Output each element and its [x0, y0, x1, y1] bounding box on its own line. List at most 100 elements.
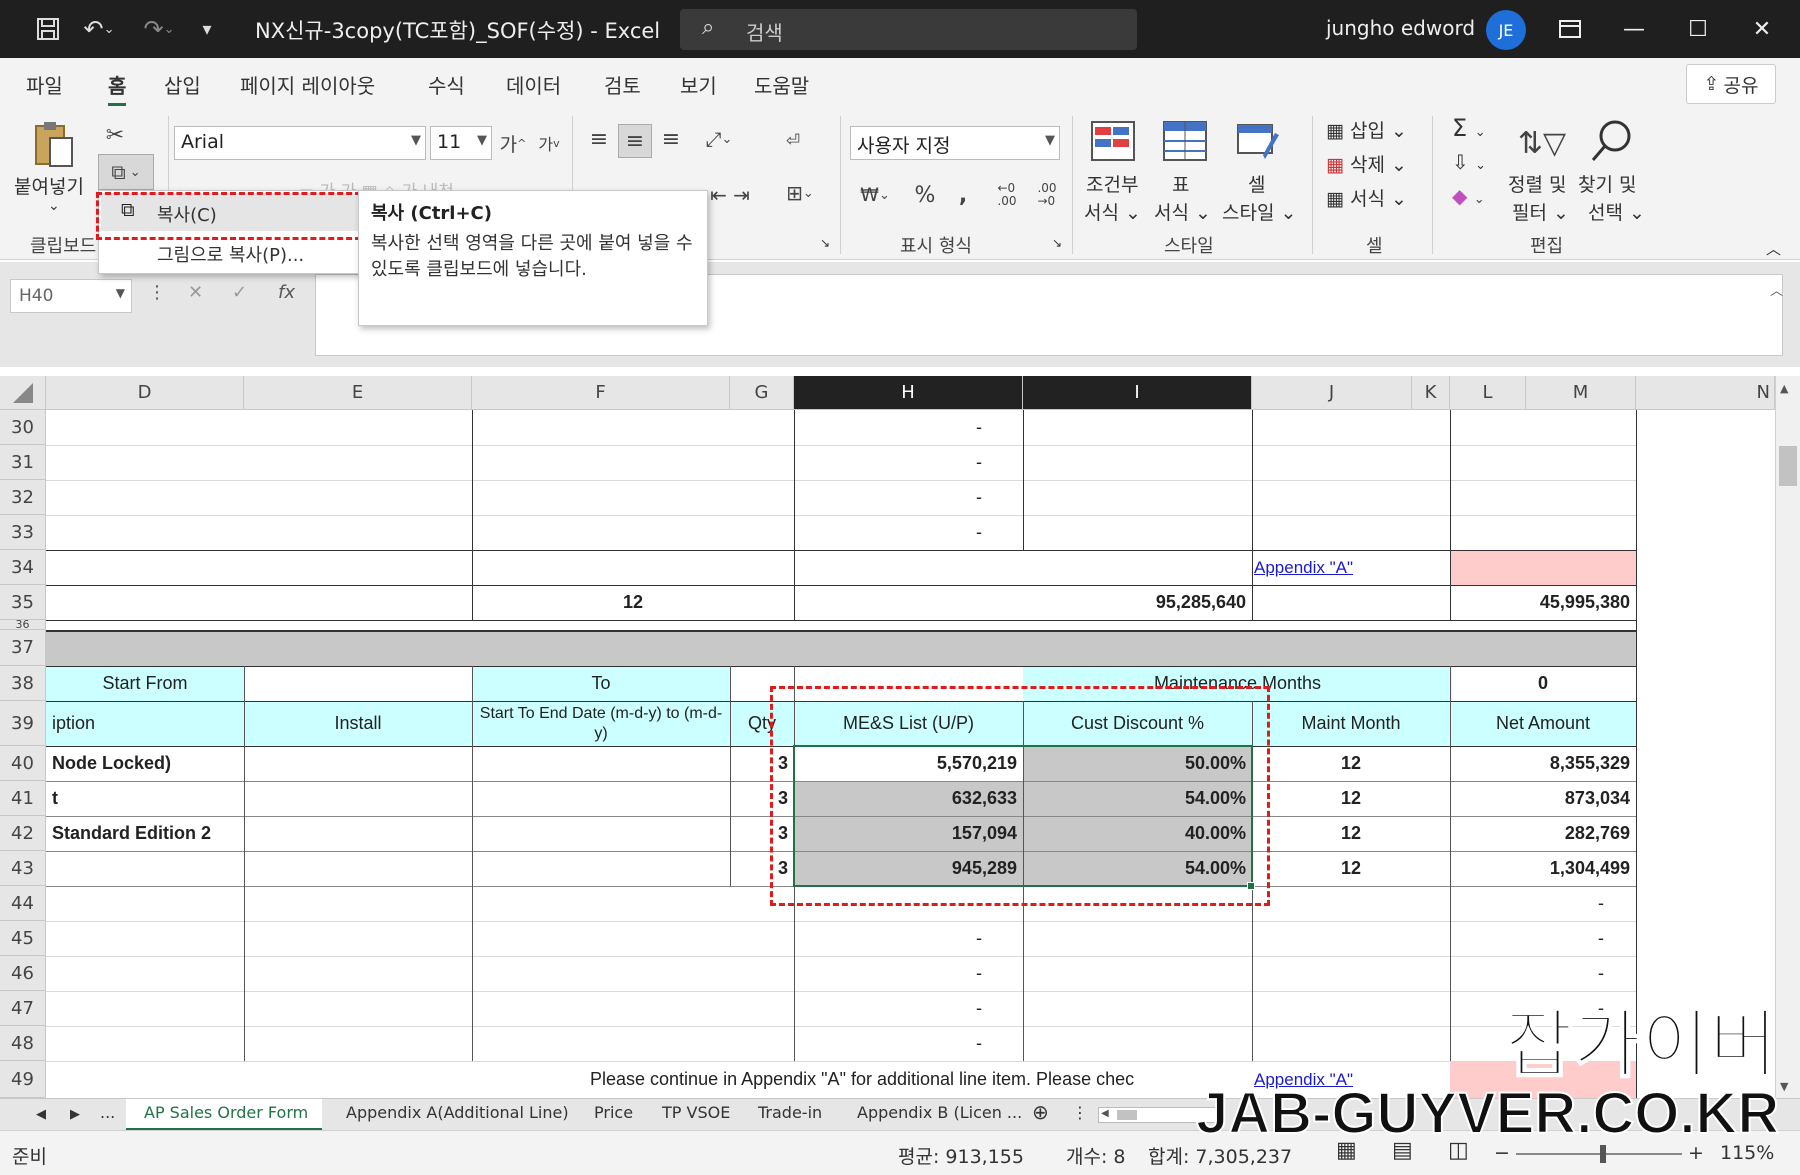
minimize-icon[interactable]: — [1610, 8, 1658, 50]
conditional-format-label-2[interactable]: 서식 ⌄ [1084, 198, 1141, 225]
cell-value[interactable]: 95,285,640 [1023, 585, 1252, 620]
cell-value[interactable]: - [794, 991, 988, 1026]
tab-ap-sales-order-form[interactable]: AP Sales Order Form [126, 1099, 322, 1131]
customize-toolbar-icon[interactable]: ▾ [194, 12, 220, 46]
row-header[interactable]: 30 [0, 410, 46, 445]
align-bottom-icon[interactable]: ≡ [656, 124, 686, 154]
scroll-down-icon[interactable]: ▼ [1780, 1080, 1788, 1093]
line-net-amount[interactable]: 282,769 [1450, 816, 1636, 851]
enter-icon[interactable]: ✓ [232, 282, 247, 303]
add-sheet-icon[interactable]: ⊕ [1032, 1100, 1049, 1124]
dialog-launcher-icon[interactable]: ↘ [1052, 236, 1062, 250]
line-maint-month[interactable]: 12 [1252, 816, 1450, 851]
paste-label[interactable]: 붙여넣기 [14, 172, 84, 199]
maximize-icon[interactable]: ☐ [1674, 8, 1722, 50]
select-all-corner[interactable] [0, 376, 46, 410]
user-name[interactable]: jungho edword [1326, 16, 1475, 40]
row-header[interactable]: 41 [0, 781, 46, 816]
font-name-select[interactable]: Arial ▼ [174, 126, 426, 160]
column-header[interactable]: K [1412, 376, 1450, 410]
header-cell[interactable]: Start To End Date (m-d-y) to (m-d-y) [472, 701, 730, 746]
cell-style-label-2[interactable]: 스타일 ⌄ [1222, 198, 1296, 225]
column-header[interactable]: L [1450, 376, 1526, 410]
conditional-format-label-1[interactable]: 조건부 [1086, 170, 1138, 197]
cell-value[interactable]: 0 [1450, 666, 1636, 701]
cancel-icon[interactable]: ✕ [188, 282, 203, 303]
align-top-icon[interactable]: ≡ [584, 124, 614, 154]
zoom-slider-thumb[interactable] [1600, 1145, 1606, 1163]
column-header[interactable]: M [1526, 376, 1636, 410]
row-header[interactable]: 34 [0, 550, 46, 585]
collapse-ribbon-icon[interactable]: ︿ [1766, 238, 1781, 259]
font-grow-icon[interactable]: 가 ^ [496, 128, 530, 158]
column-header[interactable]: E [244, 376, 472, 410]
scrollbar-thumb[interactable] [1117, 1110, 1137, 1120]
cell-value[interactable]: - [794, 921, 988, 956]
tab-tp-vsoe[interactable]: TP VSOE [662, 1103, 730, 1122]
paste-dropdown-icon[interactable]: ⌄ [48, 198, 60, 214]
pink-cell[interactable] [1450, 550, 1636, 585]
line-net-amount[interactable]: 1,304,499 [1450, 851, 1636, 886]
row-header[interactable]: 32 [0, 480, 46, 515]
tab-appendix-b[interactable]: Appendix B (Licen ... [857, 1103, 1022, 1122]
wrap-text-icon[interactable]: ⏎ [776, 124, 810, 158]
fill-icon[interactable]: ⇩ ⌄ [1452, 150, 1486, 174]
line-description[interactable]: Node Locked) [46, 746, 244, 781]
font-shrink-icon[interactable]: 가v [532, 128, 566, 158]
find-select-label-1[interactable]: 찾기 및 [1578, 170, 1636, 197]
cell-value[interactable]: - [794, 956, 988, 991]
header-cell[interactable]: Net Amount [1450, 701, 1636, 746]
increase-decimal-icon[interactable]: ←0.00 [990, 178, 1024, 212]
scroll-left-icon[interactable]: ◀ [1101, 1108, 1109, 1119]
cell-value[interactable]: - [794, 410, 988, 445]
menu-data[interactable]: 데이터 [506, 70, 561, 99]
zoom-slider[interactable] [1516, 1145, 1682, 1163]
find-select-label-2[interactable]: 선택 ⌄ [1588, 198, 1645, 225]
row-header[interactable]: 48 [0, 1026, 46, 1061]
number-format-select[interactable]: 사용자 지정 ▼ [850, 126, 1060, 160]
more-options-icon[interactable]: ⋮ [148, 282, 166, 303]
scroll-up-icon[interactable]: ▲ [1780, 382, 1788, 395]
copy-dropdown-button[interactable]: ⧉ ⌄ [98, 154, 154, 190]
insert-function-icon[interactable]: fx [278, 282, 295, 303]
dialog-launcher-icon[interactable]: ↘ [820, 236, 830, 250]
row-header[interactable]: 39 [0, 701, 46, 746]
clear-icon[interactable]: ◆ ⌄ [1452, 184, 1485, 208]
row-header[interactable]: 42 [0, 816, 46, 851]
row-header[interactable]: 36 [0, 620, 46, 630]
menu-insert[interactable]: 삽입 [164, 70, 201, 99]
tab-appendix-a[interactable]: Appendix A(Additional Line) [346, 1103, 569, 1122]
orientation-icon[interactable]: ⤢ ⌄ [696, 124, 742, 154]
column-header[interactable]: F [472, 376, 730, 410]
cell-value[interactable]: - [794, 445, 988, 480]
insert-cells-button[interactable]: ▦ 삽입 ⌄ [1326, 116, 1407, 143]
menu-file[interactable]: 파일 [26, 70, 63, 99]
line-maint-month[interactable]: 12 [1252, 851, 1450, 886]
ribbon-display-icon[interactable] [1546, 8, 1594, 50]
menu-review[interactable]: 검토 [604, 70, 641, 99]
save-icon[interactable] [30, 12, 66, 46]
comma-style-icon[interactable]: , [950, 180, 976, 210]
expand-formula-icon[interactable]: ︿ [1770, 280, 1783, 299]
cell-style-label-1[interactable]: 셀 [1248, 170, 1265, 197]
header-cell[interactable]: Start From [46, 666, 244, 701]
find-select-icon[interactable] [1586, 116, 1636, 166]
row-header[interactable]: 43 [0, 851, 46, 886]
line-net-amount[interactable]: 873,034 [1450, 781, 1636, 816]
tab-options-icon[interactable]: ⋮ [1072, 1103, 1088, 1122]
status-average[interactable]: 평균: 913,155 [898, 1142, 1024, 1169]
delete-cells-button[interactable]: ▦ 삭제 ⌄ [1326, 150, 1407, 177]
row-header[interactable]: 49 [0, 1061, 46, 1098]
line-maint-month[interactable]: 12 [1252, 781, 1450, 816]
paste-icon[interactable] [28, 118, 80, 172]
sort-filter-label-1[interactable]: 정렬 및 [1508, 170, 1566, 197]
line-description[interactable] [46, 851, 244, 886]
currency-icon[interactable]: ₩ ⌄ [852, 180, 898, 210]
column-header[interactable]: D [46, 376, 244, 410]
tab-scroll-left-icon[interactable]: ◀ [36, 1107, 46, 1122]
column-header[interactable]: J [1252, 376, 1412, 410]
avatar[interactable]: JE [1486, 10, 1526, 50]
appendix-link[interactable]: Appendix "A" [1248, 550, 1450, 585]
indent-icon[interactable]: ⇤ ⇥ [700, 180, 760, 210]
font-size-select[interactable]: 11 ▼ [430, 126, 492, 160]
